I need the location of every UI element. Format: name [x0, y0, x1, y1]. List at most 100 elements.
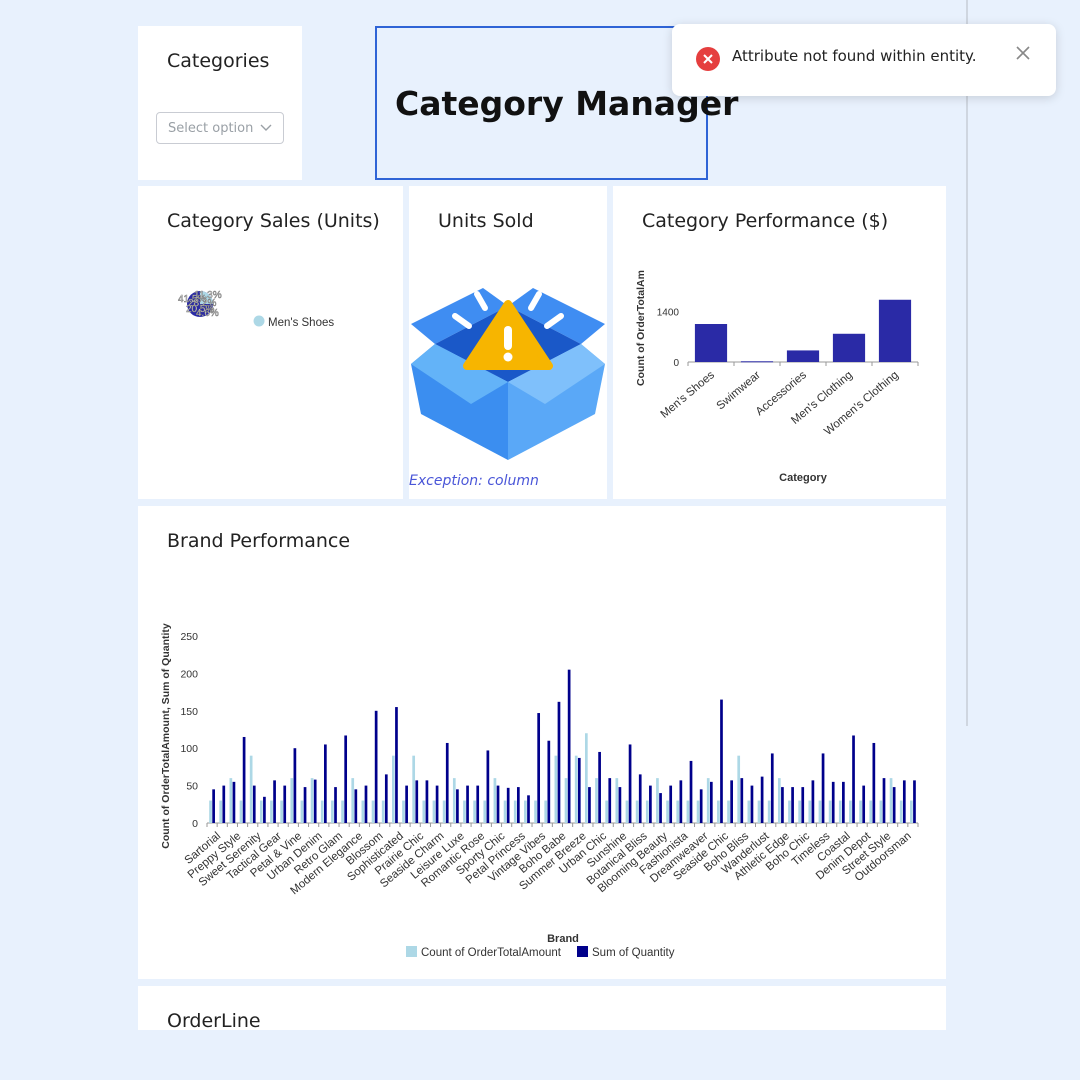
bar-count: [219, 800, 223, 823]
category-select[interactable]: Select option: [156, 112, 284, 144]
bar-count: [798, 800, 801, 823]
bar-count: [452, 778, 456, 823]
bar-count: [331, 800, 334, 823]
bar-count: [534, 800, 537, 823]
bar-quantity: [334, 787, 337, 823]
bar-count: [564, 778, 568, 823]
bar-count: [808, 800, 812, 823]
orderline-panel: OrderLine: [138, 986, 946, 1030]
y-tick-label: 250: [180, 631, 198, 643]
bar-quantity: [466, 785, 469, 823]
bar-count: [463, 800, 466, 823]
bar-count: [747, 800, 751, 823]
bar-quantity: [842, 781, 845, 823]
bar-quantity: [913, 780, 916, 823]
bar-count: [727, 800, 730, 823]
bar-quantity: [577, 757, 581, 823]
legend-swatch: [577, 946, 588, 957]
bar-quantity: [791, 787, 794, 823]
error-circle-icon: [696, 47, 720, 71]
bar-count: [584, 733, 588, 823]
bar-count: [757, 800, 761, 823]
bar-count: [361, 800, 365, 823]
bar-count: [717, 800, 720, 823]
bar-count: [849, 800, 852, 823]
y-tick-label: 0: [673, 358, 679, 369]
bar-quantity: [598, 751, 601, 823]
bar-quantity: [882, 778, 886, 823]
categories-title: Categories: [167, 50, 270, 72]
bar-quantity: [689, 760, 693, 823]
header-panel: Category Manager: [375, 26, 738, 180]
x-axis-label: Category: [779, 472, 828, 484]
bar-count: [483, 800, 487, 823]
toast-message: Attribute not found within entity.: [732, 47, 977, 65]
category-sales-pie: 41.5% 11.3% 28.2% 20.5% 4.6% Men's Shoes: [178, 290, 335, 329]
bar-count: [412, 755, 416, 823]
bar-quantity: [283, 785, 287, 823]
bar-quantity: [232, 781, 236, 823]
bar-count: [310, 778, 314, 823]
bar-quantity: [384, 774, 388, 823]
bar-count: [777, 778, 781, 823]
bar-count: [442, 800, 446, 823]
bar-count: [910, 800, 913, 823]
bar-quantity: [852, 735, 855, 823]
bar-count: [422, 800, 426, 823]
bar-count: [696, 800, 700, 823]
legend-label: Men's Shoes: [268, 317, 334, 329]
bar: [786, 350, 820, 362]
bar: [694, 324, 728, 362]
y-axis-label: Count of OrderTotalAmount, Sum of Quanti…: [160, 623, 172, 849]
bar-quantity: [445, 742, 449, 823]
bar-count: [280, 800, 283, 823]
category-performance-title: Category Performance ($): [642, 210, 889, 232]
select-placeholder: Select option: [168, 121, 254, 136]
bar-quantity: [313, 779, 317, 823]
y-tick-label: 200: [180, 668, 198, 680]
bar-count: [818, 800, 822, 823]
bar-count: [270, 800, 273, 823]
bar-count: [737, 755, 741, 823]
orderline-title: OrderLine: [167, 1010, 261, 1030]
bar-quantity: [811, 780, 815, 823]
bar-quantity: [486, 750, 490, 823]
bar-quantity: [588, 787, 591, 823]
category-performance-chart: 01400Men's ShoesSwimwearAccessoriesMen's…: [635, 270, 919, 484]
bar-count: [879, 800, 883, 823]
y-axis-label: Count of OrderTotalAm: [635, 270, 647, 386]
bar-quantity: [679, 780, 683, 823]
bar-quantity: [364, 785, 368, 823]
bar-quantity: [222, 785, 226, 823]
bar-quantity: [902, 780, 906, 823]
legend-label: Sum of Quantity: [592, 947, 675, 959]
units-sold-panel: Units Sold Exception: column: [409, 186, 607, 499]
bar-count: [656, 778, 659, 823]
bar-quantity: [699, 789, 703, 823]
bar-quantity: [212, 789, 215, 823]
brand-performance-chart: 050100150200250SartorialPreppy StyleSwee…: [160, 623, 919, 959]
bar-count: [249, 755, 253, 823]
bar-quantity: [628, 744, 632, 823]
close-icon[interactable]: [1016, 46, 1030, 60]
bar-count: [432, 800, 436, 823]
bar-quantity: [557, 701, 561, 823]
bar-count: [605, 800, 609, 823]
categories-panel: Categories Select option: [138, 26, 302, 180]
chevron-down-icon: [260, 124, 272, 131]
legend-marker: [253, 315, 265, 327]
bar-quantity: [527, 795, 530, 823]
bar-quantity: [770, 753, 774, 823]
bar-count: [574, 755, 578, 823]
x-axis-label: Brand: [547, 933, 579, 945]
category-sales-panel: Category Sales (Units) 41.5% 11.3% 28.2%…: [138, 186, 403, 499]
bar-count: [300, 800, 304, 823]
bar: [740, 361, 774, 363]
bar-count: [259, 800, 263, 823]
bar-count: [899, 800, 903, 823]
bar-quantity: [252, 785, 256, 823]
bar-count: [686, 800, 690, 823]
bar-count: [381, 800, 385, 823]
pie-label: 4.6%: [196, 308, 219, 319]
x-tick-label: Swimwear: [715, 369, 763, 412]
